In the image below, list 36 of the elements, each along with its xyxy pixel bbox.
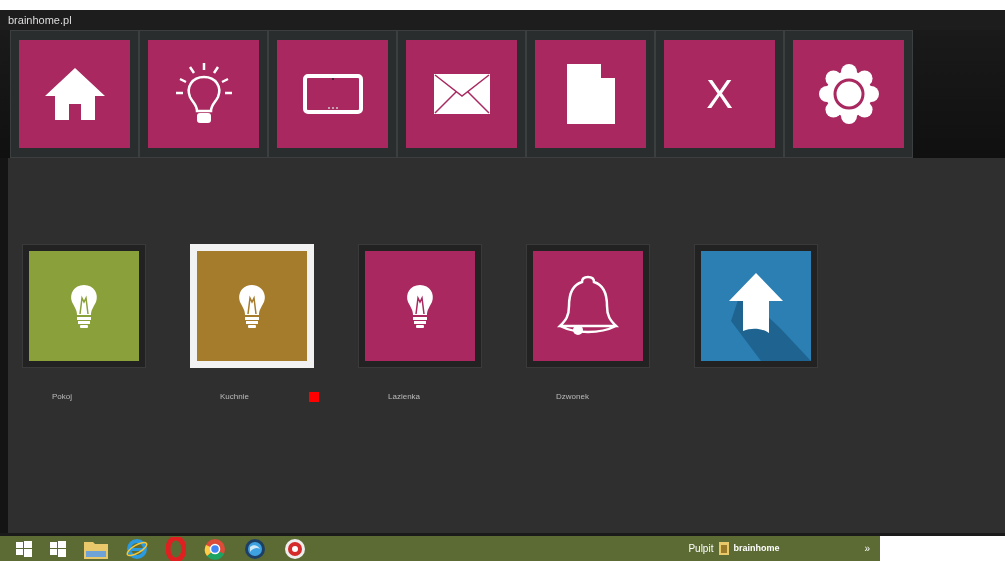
document-icon	[566, 64, 615, 124]
globe-icon[interactable]	[244, 537, 266, 560]
device-tile[interactable]	[22, 244, 146, 368]
nav-tile[interactable]	[139, 30, 268, 158]
device-tile[interactable]	[526, 244, 650, 368]
folder-icon[interactable]	[719, 542, 730, 555]
settings-icon	[818, 64, 879, 124]
nav-tile[interactable]	[10, 30, 139, 158]
ball-icon[interactable]	[204, 537, 226, 560]
toolbar-label[interactable]: Pulpit	[688, 541, 714, 556]
nav-tile[interactable]	[526, 30, 655, 158]
lightbulb-icon	[69, 284, 99, 328]
nav-tile[interactable]	[397, 30, 526, 158]
lightbulb-icon	[237, 284, 267, 328]
device-label: Pokoj	[52, 391, 72, 403]
badge-icon[interactable]	[284, 537, 306, 560]
bell-icon	[556, 274, 620, 338]
device-label: Kuchnie	[220, 391, 249, 403]
envelope-icon	[433, 74, 490, 114]
nav-tile[interactable]	[268, 30, 397, 158]
windows-icon[interactable]	[50, 540, 66, 557]
device-label: Dzwonek	[556, 391, 589, 403]
tablet-icon	[302, 74, 363, 114]
globe-icon[interactable]	[126, 537, 148, 560]
device-tile[interactable]	[694, 244, 818, 368]
more-button[interactable]: »	[864, 541, 870, 556]
window-label[interactable]: brainhome	[733, 541, 780, 556]
nav-tile[interactable]: X	[655, 30, 784, 158]
lightbulb-icon	[405, 284, 435, 328]
nav-tile[interactable]	[784, 30, 913, 158]
device-tile[interactable]	[358, 244, 482, 368]
windows-icon[interactable]	[16, 540, 32, 557]
device-tile[interactable]	[190, 244, 314, 368]
close-label: X	[706, 74, 733, 114]
window-title: brainhome.pl	[8, 12, 72, 28]
device-label: Lazienka	[388, 391, 421, 403]
